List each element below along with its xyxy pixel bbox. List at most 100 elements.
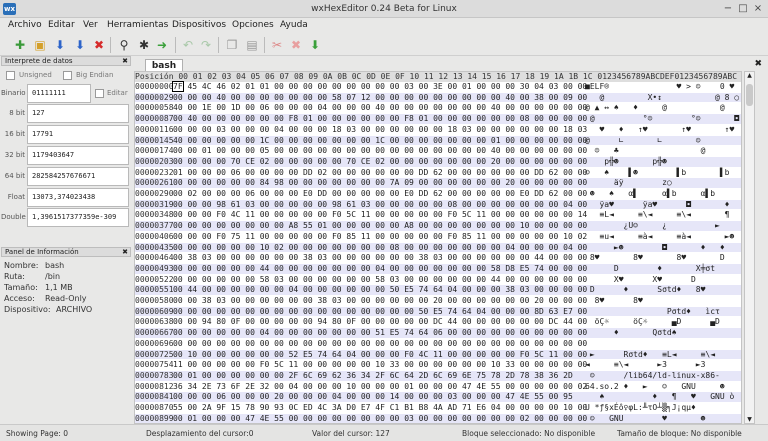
cut-icon[interactable]: ✂ — [269, 37, 285, 53]
row-hex-bytes[interactable]: 40 00 1E 00 1D 00 06 00 00 00 04 00 00 0… — [173, 103, 587, 113]
hex-row[interactable]: 00000812 36 34 2E 73 6F 2E 32 00 04 00 00… — [135, 382, 741, 392]
row-hex-bytes[interactable]: 00 00 00 F0 4C 11 00 00 00 00 00 F0 5C 1… — [173, 210, 587, 220]
row-hex-bytes[interactable]: 00 00 00 F0 75 11 00 00 00 00 00 F0 85 1… — [173, 232, 587, 242]
row-hex-bytes[interactable]: 00 44 00 00 00 00 00 00 04 00 00 00 00 0… — [173, 285, 587, 295]
hex-row[interactable]: 00000058 40 00 1E 00 1D 00 06 00 00 00 04… — [135, 103, 741, 113]
row-text[interactable]: ☺ /lib64/ld-linux-x86- — [585, 371, 720, 381]
delete-icon[interactable]: ✖ — [288, 37, 304, 53]
row-text[interactable]: @ °☺ °☺ ◘ — [585, 114, 739, 124]
8bit-field[interactable]: 127 — [27, 104, 129, 123]
row-hex-bytes[interactable]: 00 00 00 00 00 00 84 98 00 00 00 00 00 0… — [173, 178, 587, 188]
hex-row[interactable]: 00000029 00 00 00 40 00 00 00 00 00 00 00… — [135, 92, 741, 103]
menu-ayuda[interactable]: Ayuda — [280, 20, 308, 30]
row-text[interactable]: @ ∟ ∟ ☺ — [585, 136, 701, 146]
row-hex-bytes[interactable]: 00 38 03 00 00 00 00 00 00 38 03 00 00 0… — [173, 253, 587, 263]
menu-archivo[interactable]: Archivo — [8, 20, 42, 30]
close-icon[interactable]: ✖ — [754, 59, 762, 69]
row-text[interactable]: 8♥ 8♥ — [585, 296, 643, 306]
menu-ver[interactable]: Ver — [83, 20, 98, 30]
close-window-icon[interactable]: × — [752, 3, 764, 15]
search-icon[interactable]: ⚲ — [116, 37, 132, 53]
64bit-field[interactable]: 282584257676671 — [27, 167, 129, 186]
close-icon[interactable]: ✖ — [122, 248, 128, 257]
hex-row[interactable]: 00000522 00 00 00 00 00 00 58 03 00 00 00… — [135, 275, 741, 285]
new-file-icon[interactable]: ✚ — [12, 37, 28, 53]
menu-dispositivos[interactable]: Dispositivos — [172, 20, 226, 30]
row-text[interactable]: öÇ☼ öÇ☼ ▄D ▄D — [585, 317, 720, 327]
row-hex-bytes[interactable]: 55 00 2A 9F 15 78 90 93 0C ED 4C 3A D0 E… — [173, 403, 587, 413]
row-hex-bytes[interactable]: 11 00 00 00 00 00 F0 5C 11 00 00 00 00 0… — [173, 360, 587, 370]
hex-row[interactable]: 00000783 00 01 00 00 00 00 00 00 2F 6C 69… — [135, 370, 741, 381]
row-text[interactable]: ■ELF® ♥ > ☺ 0 ♥ — [585, 82, 734, 92]
row-hex-bytes[interactable]: 00 00 00 98 61 03 00 00 00 00 00 98 61 0… — [173, 200, 587, 210]
row-hex-bytes[interactable]: 00 40 00 00 00 00 00 00 F8 01 00 00 00 0… — [173, 114, 587, 124]
row-hex-bytes[interactable]: 00 00 01 00 00 00 05 00 00 00 00 00 00 0… — [173, 146, 587, 156]
row-hex-bytes[interactable]: 00 01 00 00 00 00 00 00 2F 6C 69 62 36 3… — [173, 371, 573, 381]
row-hex-bytes[interactable]: 00 01 00 00 00 47 4E 55 00 00 00 00 00 0… — [173, 414, 587, 423]
row-hex-bytes[interactable]: 00 00 00 00 70 CE 02 00 00 00 00 00 70 C… — [173, 157, 587, 167]
row-hex-bytes[interactable]: 00 00 00 00 00 00 00 00 00 00 00 00 00 0… — [173, 339, 587, 349]
row-text[interactable]: ♦ Qσtd♠ — [585, 328, 677, 338]
double-field[interactable]: 1,3961517377359e-309 — [27, 208, 129, 227]
row-text[interactable]: X♥ X♥ D — [585, 275, 696, 285]
big-endian-checkbox[interactable] — [63, 71, 72, 80]
row-hex-bytes[interactable]: 00 00 00 00 00 00 58 03 00 00 00 00 00 0… — [173, 275, 587, 285]
hex-row[interactable]: 00000145 40 00 00 00 00 00 1C 00 00 00 00… — [135, 135, 741, 146]
row-hex-bytes[interactable]: 00 00 00 40 00 00 00 00 00 00 00 58 07 1… — [173, 93, 587, 103]
hex-row[interactable]: 00000899 00 01 00 00 00 47 4E 55 00 00 00… — [135, 413, 741, 423]
float-field[interactable]: 13073,374023438 — [27, 188, 129, 207]
row-text[interactable]: Pσtd♦ ìcτ — [585, 307, 720, 317]
row-hex-bytes[interactable]: 00 00 00 03 00 00 00 04 00 00 00 18 03 0… — [173, 125, 587, 135]
paste-icon[interactable]: ▤ — [244, 37, 260, 53]
row-text[interactable]: ≡u◄ ≡à◄ ≡à◄ ►☻ — [585, 232, 734, 242]
row-hex-bytes[interactable]: 36 34 2E 73 6F 2E 32 00 04 00 00 00 10 0… — [173, 382, 587, 392]
row-text[interactable]: D ♦ X╪σt — [585, 264, 715, 274]
editar-checkbox[interactable] — [95, 89, 104, 98]
scroll-up-icon[interactable]: ▲ — [745, 72, 754, 79]
menu-herramientas[interactable]: Herramientas — [107, 20, 168, 30]
menu-editar[interactable]: Editar — [48, 20, 75, 30]
row-hex-bytes[interactable]: 00 00 00 00 00 00 00 00 00 00 00 00 00 0… — [173, 307, 587, 317]
row-text[interactable]: D ♦ Sσtd♦ 8♥ — [585, 285, 706, 295]
row-text[interactable]: ÿa♥ ÿa♥ ◘ ♦ — [585, 200, 729, 210]
search-replace-icon[interactable]: ✱ — [136, 37, 152, 53]
row-hex-bytes[interactable]: 40 00 00 00 00 00 1C 00 00 00 00 00 00 0… — [173, 136, 587, 146]
row-hex-bytes[interactable]: 00 00 00 06 00 00 00 20 00 00 00 04 00 0… — [173, 392, 573, 402]
row-hex-bytes[interactable]: 00 02 00 00 00 06 00 00 00 E0 DD 00 00 0… — [173, 189, 587, 199]
row-text[interactable]: @ ▲ ↔ ♠ ♦ @ @ — [585, 103, 725, 113]
hex-row[interactable]: 00000000 7F 45 4C 46 02 01 01 00 00 00 00… — [135, 81, 741, 92]
hex-row[interactable]: 00000841 00 00 00 06 00 00 00 20 00 00 00… — [135, 392, 741, 402]
row-text[interactable]: 8♥ 8♥ 8♥ D — [585, 253, 725, 263]
copy-icon[interactable]: ❐ — [224, 37, 240, 53]
menu-opciones[interactable]: Opciones — [232, 20, 274, 30]
row-text[interactable]: @ X•↕ @ 8 ○ — [585, 93, 739, 103]
undo-icon[interactable]: ↶ — [180, 37, 196, 53]
insert-icon[interactable]: ⬇ — [307, 37, 323, 53]
hex-row[interactable]: 00000174 00 00 01 00 00 00 05 00 00 00 00… — [135, 146, 741, 156]
hex-row[interactable]: 00000725 00 10 00 00 00 00 00 00 52 E5 74… — [135, 349, 741, 360]
hex-row[interactable]: 00000754 11 00 00 00 00 00 F0 5C 11 00 00… — [135, 360, 741, 370]
hex-row[interactable]: 00000435 00 00 00 00 00 00 10 02 00 00 00… — [135, 242, 741, 253]
hex-row[interactable]: 00000348 00 00 00 F0 4C 11 00 00 00 00 00… — [135, 210, 741, 220]
32bit-field[interactable]: 1179403647 — [27, 146, 129, 165]
hex-row[interactable]: 00000667 00 00 00 00 00 00 04 00 00 00 00… — [135, 328, 741, 338]
binary-field[interactable]: 01111111 — [27, 84, 91, 103]
vertical-scrollbar[interactable]: ▲ ▼ — [744, 71, 755, 424]
row-hex-bytes[interactable]: 00 00 38 03 00 00 00 00 00 00 38 03 00 0… — [173, 296, 587, 306]
maximize-icon[interactable]: □ — [737, 3, 749, 15]
row-text[interactable]: ◄ ≡\◄ ►3 ►3 — [585, 360, 705, 370]
hex-row[interactable]: 00000319 00 00 00 98 61 03 00 00 00 00 00… — [135, 199, 741, 210]
hex-row[interactable]: 00000203 00 00 00 00 70 CE 02 00 00 00 00… — [135, 156, 741, 167]
close-file-icon[interactable]: ✖ — [91, 37, 107, 53]
row-text[interactable]: ►☻ ◘ ♦ ♦ — [585, 243, 725, 253]
row-text[interactable]: ≡L◄ ≡\◄ ≡\◄ ¶ — [585, 210, 729, 220]
hex-row[interactable]: 00000087 00 40 00 00 00 00 00 00 F8 01 00… — [135, 114, 741, 124]
hex-row[interactable]: 00000696 00 00 00 00 00 00 00 00 00 00 00… — [135, 339, 741, 349]
row-hex-bytes[interactable]: 00 10 00 00 00 00 00 00 52 E5 74 64 04 0… — [173, 350, 587, 360]
row-hex-bytes[interactable]: 00 00 00 00 00 00 00 00 A8 55 01 00 00 0… — [173, 221, 587, 231]
hex-row[interactable]: 00000493 00 00 00 00 00 00 44 00 00 00 00… — [135, 263, 741, 274]
row-text[interactable]: ¿U☺ ¿ ► — [585, 221, 720, 231]
row-text[interactable]: ► Rσtd♦ ≡L◄ ≡\◄ — [585, 350, 715, 360]
close-icon[interactable]: ✖ — [122, 57, 128, 66]
row-text[interactable]: ☻ ♠ α▌ α▌b α▌b — [585, 189, 715, 199]
